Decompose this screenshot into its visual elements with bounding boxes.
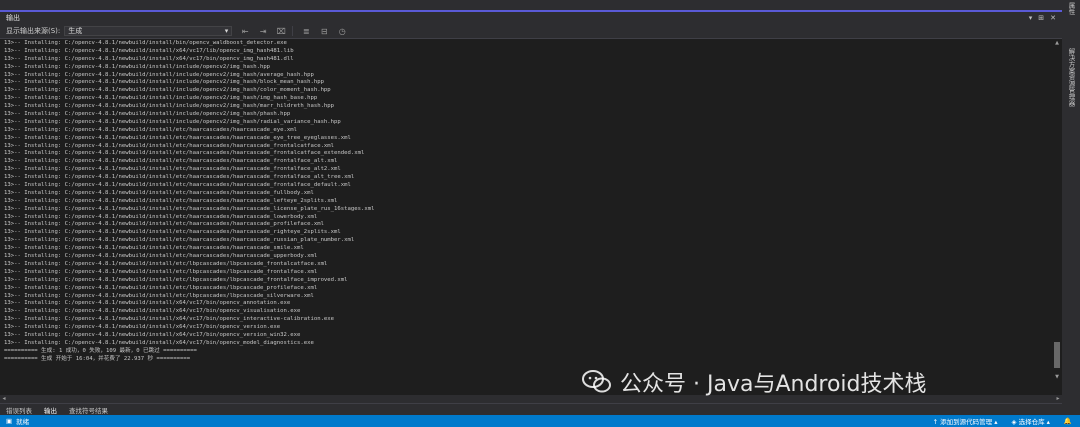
scroll-right-icon[interactable]: ▸: [1054, 395, 1062, 403]
chevron-down-icon: ▾: [224, 27, 229, 35]
toolbar-separator: [292, 26, 294, 36]
right-side-panel: 属性 解决方案资源管理器: [1062, 0, 1080, 415]
output-line: 13>-- Installing: C:/opencv-4.8.1/newbui…: [4, 79, 324, 86]
output-line: 13>-- Installing: C:/opencv-4.8.1/newbui…: [4, 95, 318, 102]
vertical-scrollbar[interactable]: ▲ ▼: [1052, 40, 1062, 380]
side-tab-solution-explorer[interactable]: 解决方案资源管理器: [1066, 48, 1076, 107]
find-next-icon[interactable]: ⇥: [258, 26, 268, 36]
output-line: 13>-- Installing: C:/opencv-4.8.1/newbui…: [4, 324, 281, 331]
output-line: 13>-- Installing: C:/opencv-4.8.1/newbui…: [4, 189, 314, 196]
output-line: 13>-- Installing: C:/opencv-4.8.1/newbui…: [4, 221, 324, 228]
close-icon[interactable]: ✕: [1050, 14, 1056, 22]
top-strip: [0, 0, 1062, 10]
output-line: 13>-- Installing: C:/opencv-4.8.1/newbui…: [4, 229, 341, 236]
output-line: 13>-- Installing: C:/opencv-4.8.1/newbui…: [4, 47, 294, 54]
clock-icon[interactable]: ◷: [337, 26, 347, 36]
tab-2[interactable]: 查找符号结果: [63, 405, 114, 415]
panel-title: 输出: [6, 14, 20, 22]
output-line: 13>-- Installing: C:/opencv-4.8.1/newbui…: [4, 284, 318, 291]
output-line: 13>-- Installing: C:/opencv-4.8.1/newbui…: [4, 126, 297, 133]
output-line: ========== 生成 开始于 16:04，并花费了 22.937 秒 ==…: [4, 355, 191, 362]
output-line: 13>-- Installing: C:/opencv-4.8.1/newbui…: [4, 339, 314, 346]
output-line: ========== 生成: 1 成功，0 失败，109 最新，0 已跳过 ==…: [4, 347, 197, 354]
scroll-up-icon[interactable]: ▲: [1053, 40, 1061, 46]
notification-icon[interactable]: 🔔: [1064, 417, 1072, 425]
panel-window-controls: ▾ ⊞ ✕: [1029, 14, 1062, 22]
output-line: 13>-- Installing: C:/opencv-4.8.1/newbui…: [4, 63, 271, 70]
output-line: 13>-- Installing: C:/opencv-4.8.1/newbui…: [4, 253, 318, 260]
output-line: 13>-- Installing: C:/opencv-4.8.1/newbui…: [4, 300, 291, 307]
output-line: 13>-- Installing: C:/opencv-4.8.1/newbui…: [4, 331, 301, 338]
output-line: 13>-- Installing: C:/opencv-4.8.1/newbui…: [4, 111, 291, 118]
output-line: 13>-- Installing: C:/opencv-4.8.1/newbui…: [4, 237, 355, 244]
word-wrap-icon[interactable]: ≣: [301, 26, 311, 36]
output-line: 13>-- Installing: C:/opencv-4.8.1/newbui…: [4, 205, 375, 212]
status-text: 就绪: [16, 418, 30, 426]
scroll-down-icon[interactable]: ▼: [1053, 374, 1061, 380]
output-line: 13>-- Installing: C:/opencv-4.8.1/newbui…: [4, 71, 314, 78]
output-line: 13>-- Installing: C:/opencv-4.8.1/newbui…: [4, 87, 331, 94]
pin-icon[interactable]: ⊟: [319, 26, 329, 36]
output-line: 13>-- Installing: C:/opencv-4.8.1/newbui…: [4, 292, 314, 299]
scroll-thumb[interactable]: [1054, 342, 1060, 368]
output-line: 13>-- Installing: C:/opencv-4.8.1/newbui…: [4, 150, 365, 157]
status-bar: ▣ 就绪 ↑ 添加到源代码管理 ▴ ◈ 选择仓库 ▴ 🔔: [0, 415, 1080, 427]
tab-1[interactable]: 输出: [38, 405, 63, 415]
panel-titlebar: 输出 ▾ ⊞ ✕: [0, 12, 1062, 24]
output-line: 13>-- Installing: C:/opencv-4.8.1/newbui…: [4, 308, 301, 315]
output-line: 13>-- Installing: C:/opencv-4.8.1/newbui…: [4, 118, 341, 125]
dropdown-icon[interactable]: ▾: [1029, 14, 1033, 22]
output-line: 13>-- Installing: C:/opencv-4.8.1/newbui…: [4, 182, 351, 189]
output-line: 13>-- Installing: C:/opencv-4.8.1/newbui…: [4, 197, 338, 204]
output-line: 13>-- Installing: C:/opencv-4.8.1/newbui…: [4, 213, 318, 220]
select-repo-button[interactable]: ◈ 选择仓库 ▴: [1011, 416, 1049, 426]
source-label: 显示输出来源(S):: [6, 27, 61, 35]
output-line: 13>-- Installing: C:/opencv-4.8.1/newbui…: [4, 134, 351, 141]
output-text-area[interactable]: 13>-- Installing: C:/opencv-4.8.1/newbui…: [4, 40, 1050, 372]
status-icon: ▣: [6, 417, 13, 425]
output-source-select[interactable]: 生成 ▾: [64, 26, 233, 36]
output-toolbar: 显示输出来源(S): 生成 ▾ ⇤ ⇥ ⌧ ≣ ⊟ ◷: [0, 24, 1062, 39]
output-line: 13>-- Installing: C:/opencv-4.8.1/newbui…: [4, 166, 341, 173]
tab-0[interactable]: 错误列表: [0, 405, 38, 415]
watermark-text: 公众号 · Java与Android技术栈: [620, 372, 927, 397]
output-line: 13>-- Installing: C:/opencv-4.8.1/newbui…: [4, 174, 355, 181]
output-line: 13>-- Installing: C:/opencv-4.8.1/newbui…: [4, 40, 287, 46]
output-line: 13>-- Installing: C:/opencv-4.8.1/newbui…: [4, 268, 318, 275]
output-source-value: 生成: [68, 27, 83, 35]
scroll-left-icon[interactable]: ◂: [0, 395, 8, 403]
clear-all-icon[interactable]: ⌧: [276, 26, 286, 36]
output-line: 13>-- Installing: C:/opencv-4.8.1/newbui…: [4, 260, 328, 267]
output-line: 13>-- Installing: C:/opencv-4.8.1/newbui…: [4, 276, 348, 283]
output-line: 13>-- Installing: C:/opencv-4.8.1/newbui…: [4, 158, 338, 165]
watermark: 公众号 · Java与Android技术栈: [582, 366, 927, 398]
find-prev-icon[interactable]: ⇤: [240, 26, 250, 36]
output-line: 13>-- Installing: C:/opencv-4.8.1/newbui…: [4, 316, 335, 323]
output-line: 13>-- Installing: C:/opencv-4.8.1/newbui…: [4, 142, 335, 149]
output-line: 13>-- Installing: C:/opencv-4.8.1/newbui…: [4, 245, 304, 252]
side-tab-properties[interactable]: 属性: [1066, 2, 1076, 15]
add-source-control-button[interactable]: ↑ 添加到源代码管理 ▴: [933, 416, 998, 426]
pin-panel-icon[interactable]: ⊞: [1038, 14, 1044, 22]
output-line: 13>-- Installing: C:/opencv-4.8.1/newbui…: [4, 55, 294, 62]
output-line: 13>-- Installing: C:/opencv-4.8.1/newbui…: [4, 103, 335, 110]
wechat-logo-icon: [582, 369, 612, 395]
